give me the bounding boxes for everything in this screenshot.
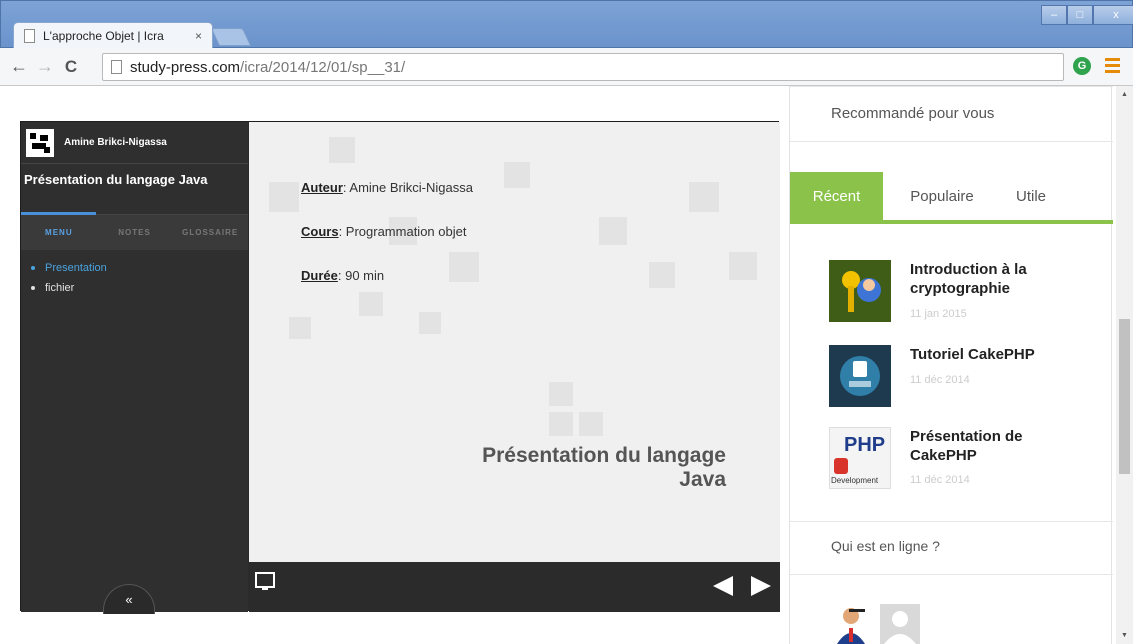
scroll-up-icon[interactable]: ▲ xyxy=(1116,86,1133,103)
outline-item-label: fichier xyxy=(45,282,75,294)
tab-glossaire[interactable]: GLOSSAIRE xyxy=(172,215,248,250)
post-tabs: Récent Populaire Utile xyxy=(790,172,1113,224)
previous-slide-button[interactable] xyxy=(713,576,733,596)
course-player: Amine Brikci-Nigassa Présentation du lan… xyxy=(20,121,780,614)
cakephp-logo-icon xyxy=(829,345,891,407)
player-tabs: MENU NOTES GLOSSAIRE xyxy=(21,214,248,250)
course-title: Présentation du langage Java xyxy=(24,172,208,187)
minimize-button[interactable]: – xyxy=(1041,5,1067,25)
browser-tab[interactable]: L'approche Objet | Icra × xyxy=(13,22,213,49)
page-viewport: Amine Brikci-Nigassa Présentation du lan… xyxy=(0,86,1133,644)
slide-author: Auteur: Amine Brikci-Nigassa xyxy=(301,180,473,195)
online-user-avatar[interactable] xyxy=(831,604,871,644)
tab-populaire[interactable]: Populaire xyxy=(883,172,1001,220)
new-tab-button[interactable] xyxy=(210,28,252,46)
window-controls: – □ x xyxy=(1041,5,1133,25)
bullet-icon xyxy=(31,266,35,270)
url-host: study-press.com xyxy=(130,58,241,76)
bullet-icon xyxy=(31,286,35,290)
post-title[interactable]: Présentation de CakePHP xyxy=(910,427,1090,465)
online-user-avatar[interactable] xyxy=(880,604,920,644)
post-date: 11 déc 2014 xyxy=(910,374,970,386)
scrollbar-thumb[interactable] xyxy=(1119,319,1130,474)
post-title[interactable]: Introduction à la cryptographie xyxy=(910,260,1090,298)
outline-item-fichier[interactable]: fichier xyxy=(31,278,238,298)
author-avatar xyxy=(26,128,54,157)
forward-button[interactable]: → xyxy=(32,56,58,77)
slide-duration: Durée: 90 min xyxy=(301,268,385,283)
post-item[interactable]: Introduction à la cryptographie 11 jan 2… xyxy=(829,260,1099,322)
collapse-sidebar-button[interactable]: « xyxy=(103,584,155,614)
next-slide-button[interactable] xyxy=(751,576,771,596)
post-date: 11 déc 2014 xyxy=(910,474,970,486)
outline-list: Presentation fichier xyxy=(21,250,248,306)
post-title[interactable]: Tutoriel CakePHP xyxy=(910,345,1090,364)
close-tab-icon[interactable]: × xyxy=(195,29,202,43)
player-controls xyxy=(249,562,780,612)
browser-menu-icon[interactable] xyxy=(1105,58,1120,76)
slide-course: Cours: Programmation objet xyxy=(301,224,467,239)
author-row: Amine Brikci-Nigassa xyxy=(21,122,248,164)
scroll-down-icon[interactable]: ▼ xyxy=(1116,627,1133,644)
online-title: Qui est en ligne ? xyxy=(831,538,940,554)
slide-canvas: Auteur: Amine Brikci-Nigassa Cours: Prog… xyxy=(249,122,780,562)
post-item[interactable]: Tutoriel CakePHP 11 déc 2014 xyxy=(829,345,1099,407)
outline-item-presentation[interactable]: Presentation xyxy=(31,258,238,278)
right-sidebar: Recommandé pour vous Récent Populaire Ut… xyxy=(789,86,1113,644)
hangouts-extension-icon[interactable]: G xyxy=(1073,57,1091,75)
tab-recent[interactable]: Récent xyxy=(790,172,883,220)
post-item[interactable]: PHP Development Présentation de CakePHP … xyxy=(829,427,1099,489)
url-path: /icra/2014/12/01/sp__31/ xyxy=(240,58,406,76)
author-name: Amine Brikci-Nigassa xyxy=(64,137,167,148)
tab-notes[interactable]: NOTES xyxy=(97,215,173,250)
post-date: 11 jan 2015 xyxy=(910,308,967,320)
close-window-button[interactable]: x xyxy=(1093,5,1133,25)
maximize-button[interactable]: □ xyxy=(1067,5,1093,25)
back-button[interactable]: ← xyxy=(6,56,32,77)
slide-title: Présentation du langage Java xyxy=(482,444,726,491)
browser-toolbar: ← → C study-press.com/icra/2014/12/01/sp… xyxy=(0,48,1133,86)
player-sidebar: Amine Brikci-Nigassa Présentation du lan… xyxy=(21,122,248,614)
page-scrollbar[interactable]: ▲ ▼ xyxy=(1116,86,1133,644)
tab-utile[interactable]: Utile xyxy=(1001,172,1061,220)
recommended-title: Recommandé pour vous xyxy=(831,105,995,122)
tab-menu[interactable]: MENU xyxy=(21,215,97,250)
browser-titlebar: L'approche Objet | Icra × – □ x xyxy=(0,0,1133,49)
crypto-keys-icon xyxy=(829,260,891,322)
outline-item-label: Presentation xyxy=(45,262,107,274)
page-icon xyxy=(24,29,35,43)
tab-title: L'approche Objet | Icra xyxy=(43,29,164,43)
php-development-icon: PHP Development xyxy=(829,427,891,489)
reload-button[interactable]: C xyxy=(58,57,84,77)
address-bar[interactable]: study-press.com/icra/2014/12/01/sp__31/ xyxy=(102,53,1064,81)
fullscreen-icon[interactable] xyxy=(255,572,275,590)
page-icon xyxy=(111,60,122,74)
